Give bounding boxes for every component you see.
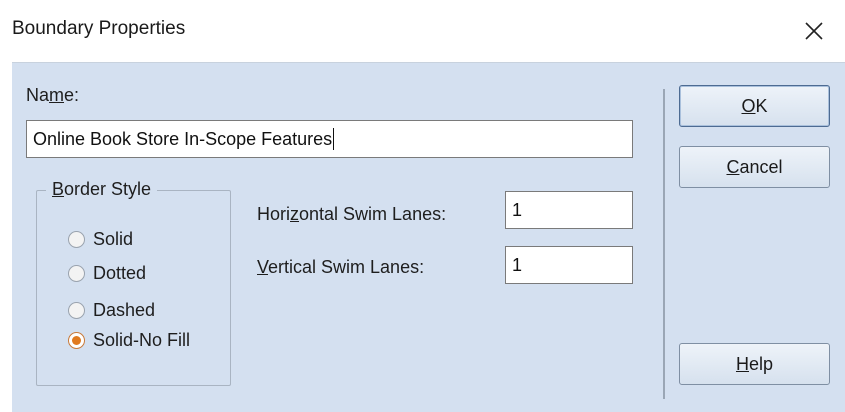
ok-button[interactable]: OK [679,85,830,127]
border-style-legend: Border Style [46,179,158,200]
name-label: Name: [26,85,80,105]
dialog-body: Name: Online Book Store In-Scope Feature… [12,62,845,412]
radio-label: Solid [93,229,134,249]
radio-solid-no-fill[interactable]: Solid-No Fill [68,330,190,351]
border-style-group [36,190,231,386]
text-caret [333,128,335,150]
vertical-swim-lanes-value: 1 [512,254,523,275]
close-button[interactable] [783,0,845,62]
help-button[interactable]: Help [679,343,830,385]
name-input-value: Online Book Store In-Scope Features [33,128,333,149]
radio-dotted[interactable]: Dotted [68,263,146,284]
dialog-title: Boundary Properties [12,18,186,39]
horizontal-swim-lanes-label: Horizontal Swim Lanes: [257,204,447,224]
radio-label: Dotted [93,263,147,283]
vertical-swim-lanes-input[interactable]: 1 [505,246,633,284]
vertical-separator [663,89,665,399]
cancel-button[interactable]: Cancel [679,146,830,188]
radio-solid[interactable]: Solid [68,229,133,250]
horizontal-swim-lanes-input[interactable]: 1 [505,191,633,229]
horizontal-swim-lanes-value: 1 [512,199,523,220]
radio-circle [68,265,85,282]
radio-dashed[interactable]: Dashed [68,300,155,321]
radio-label: Solid-No Fill [93,330,191,350]
radio-label: Dashed [93,300,156,320]
title-bar[interactable]: Boundary Properties [0,0,845,62]
close-icon [805,22,823,40]
radio-circle [68,231,85,248]
radio-circle-selected [68,332,85,349]
name-input[interactable]: Online Book Store In-Scope Features [26,120,633,158]
radio-circle [68,302,85,319]
boundary-properties-dialog: Boundary Properties Name: Online Book St… [0,0,845,412]
vertical-swim-lanes-label: Vertical Swim Lanes: [257,257,425,277]
